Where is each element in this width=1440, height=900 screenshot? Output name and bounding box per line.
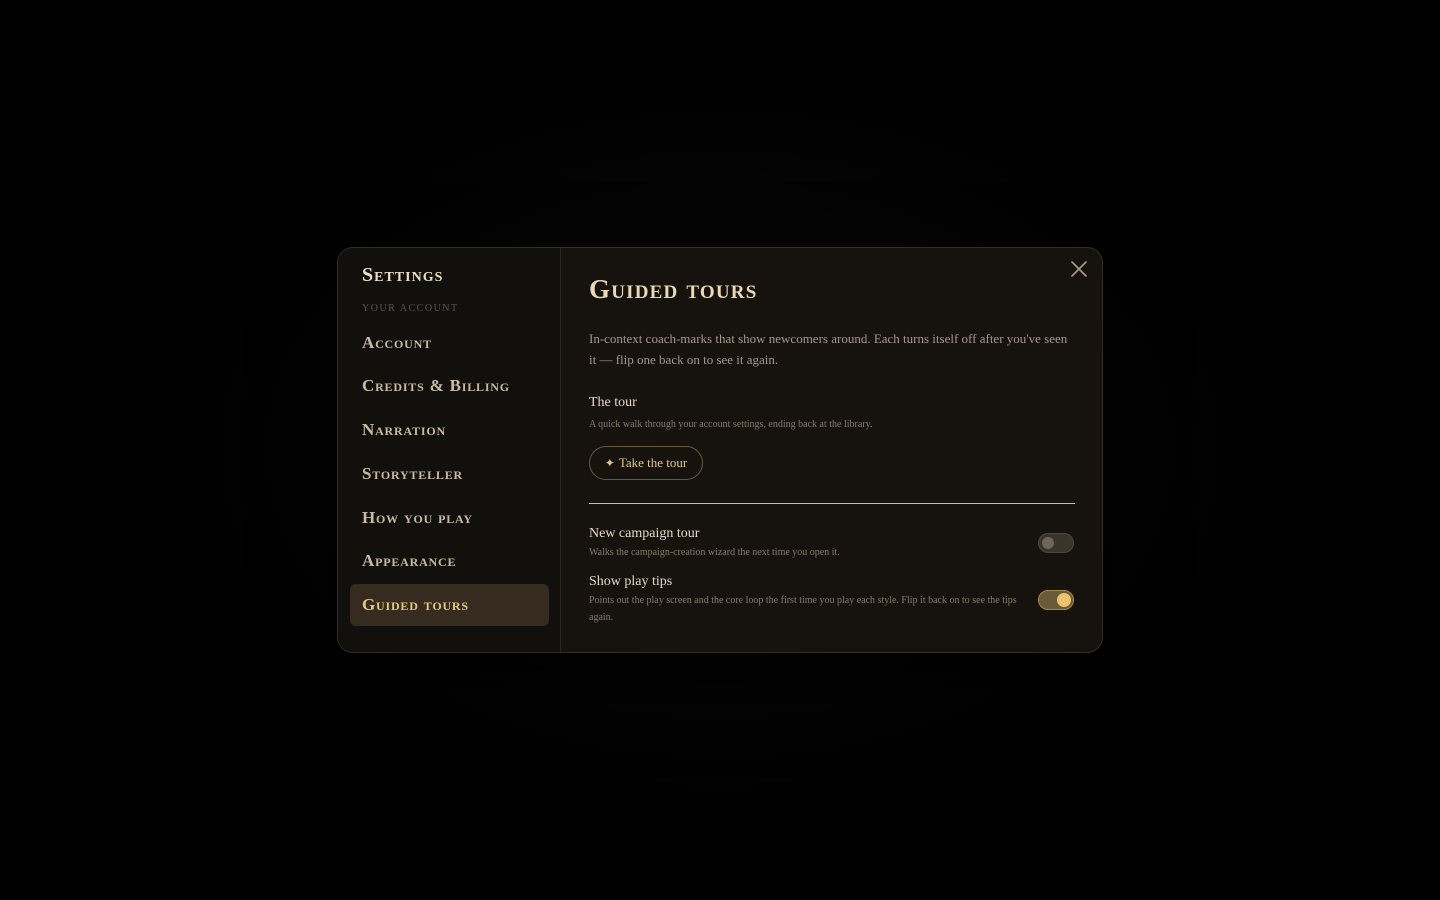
take-tour-label: Take the tour xyxy=(618,455,688,470)
guided-tours-panel: Guided tours In-context coach-marks that… xyxy=(561,248,1102,652)
sidebar-item-guided-tours[interactable]: Guided tours xyxy=(350,584,549,626)
sidebar-item-storyteller[interactable]: Storyteller xyxy=(350,453,549,495)
tour-title: The tour xyxy=(589,395,637,410)
sidebar-item-account[interactable]: Account xyxy=(350,322,549,364)
show-play-tips-toggle[interactable] xyxy=(1038,590,1074,610)
tour-description: A quick walk through your account settin… xyxy=(589,419,873,430)
sidebar-item-appearance[interactable]: Appearance xyxy=(350,540,549,582)
show-play-tips-title: Show play tips xyxy=(589,574,673,589)
sparkle-icon: ✦ xyxy=(604,456,615,470)
divider xyxy=(589,503,1075,504)
close-button[interactable] xyxy=(1068,258,1090,280)
sidebar-title: Settings xyxy=(362,264,444,286)
new-campaign-tour-title: New campaign tour xyxy=(589,526,700,541)
sidebar-item-how-you-play[interactable]: How you play xyxy=(350,497,549,539)
settings-modal: Settings YOUR ACCOUNT Account Credits & … xyxy=(337,247,1103,653)
toggle-knob xyxy=(1042,537,1054,549)
new-campaign-tour-description: Walks the campaign-creation wizard the n… xyxy=(589,547,840,558)
toggle-knob xyxy=(1057,593,1071,607)
close-icon xyxy=(1071,261,1087,277)
show-play-tips-description: Points out the play screen and the core … xyxy=(589,595,1017,623)
section-label-your-account: YOUR ACCOUNT xyxy=(362,303,459,314)
sidebar-item-narration[interactable]: Narration xyxy=(350,409,549,451)
take-tour-button[interactable]: ✦ Take the tour xyxy=(589,446,703,480)
page-title: Guided tours xyxy=(589,274,758,304)
settings-sidebar: Settings YOUR ACCOUNT Account Credits & … xyxy=(338,248,561,652)
intro-text: In-context coach-marks that show newcome… xyxy=(589,331,1068,367)
sidebar-item-credits-billing[interactable]: Credits & Billing xyxy=(350,365,549,407)
new-campaign-tour-toggle[interactable] xyxy=(1038,533,1074,553)
